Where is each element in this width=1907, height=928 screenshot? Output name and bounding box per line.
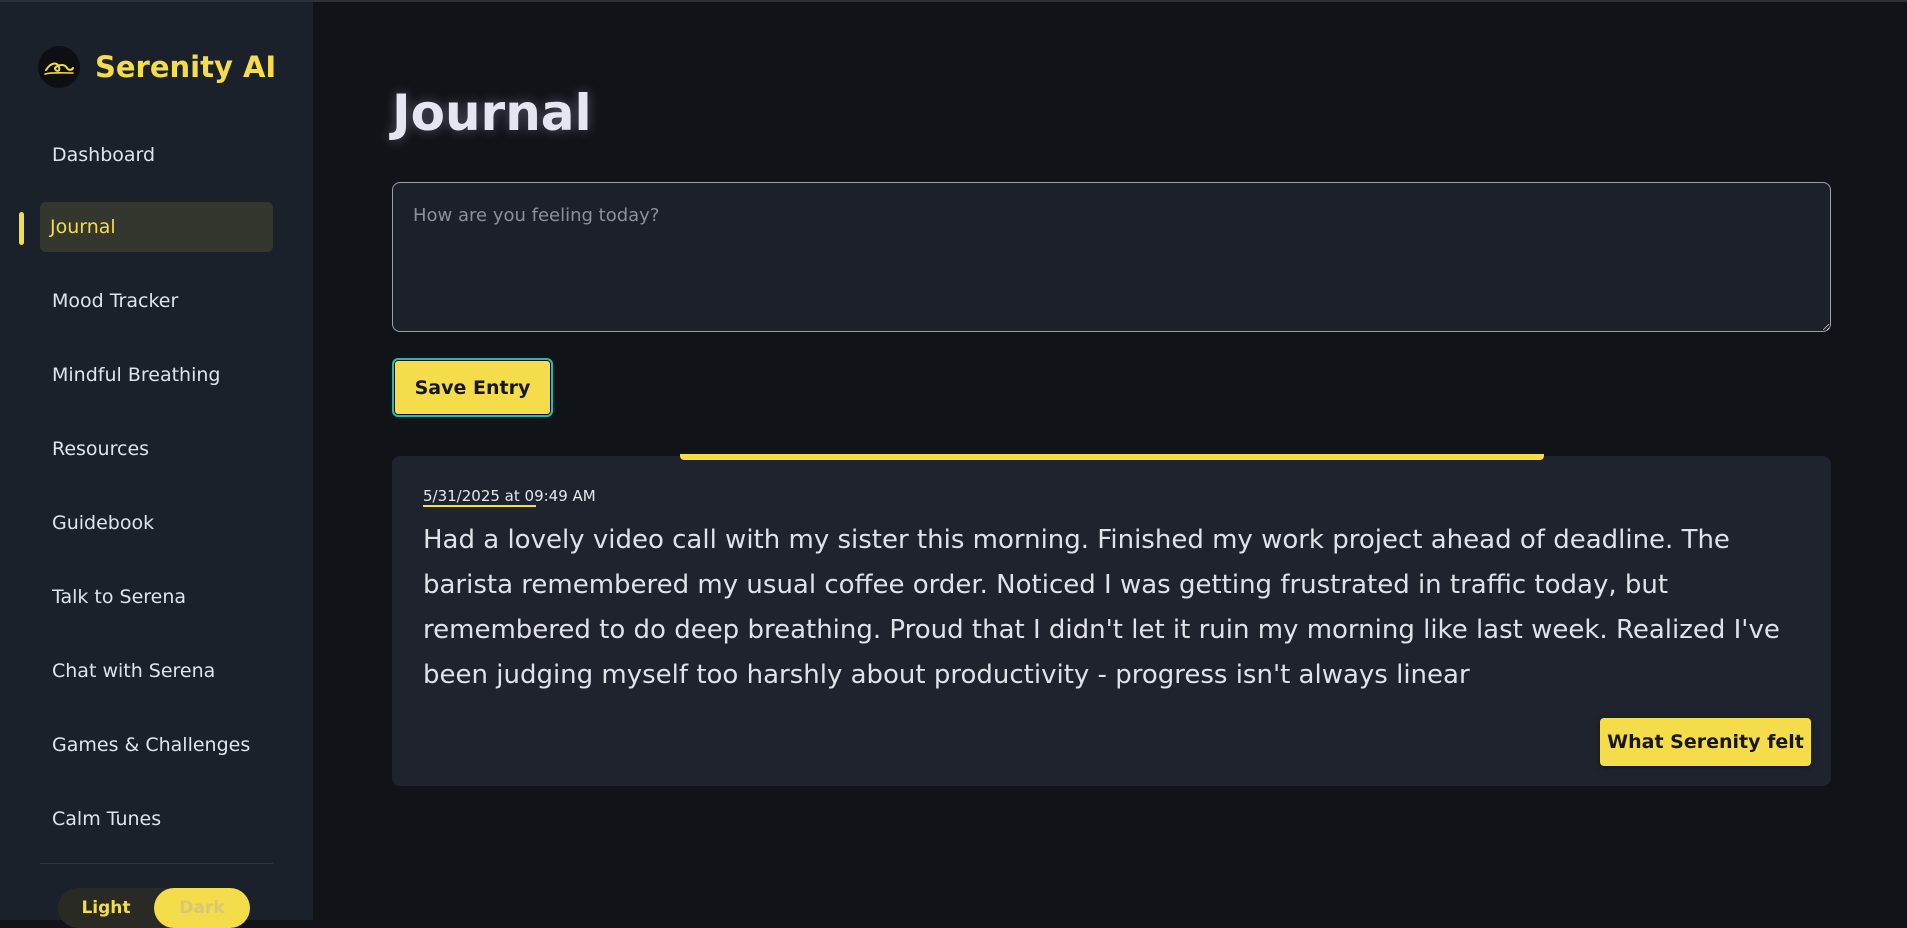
sidebar-item-journal[interactable]: Journal (40, 202, 273, 252)
sidebar-item-games-challenges[interactable]: Games & Challenges (40, 720, 273, 770)
sidebar-item-resources[interactable]: Resources (40, 424, 273, 474)
page-title: Journal (392, 84, 592, 142)
sidebar-divider (40, 863, 273, 864)
sidebar-item-guidebook[interactable]: Guidebook (40, 498, 273, 548)
sidebar-item-talk-to-serena[interactable]: Talk to Serena (40, 572, 273, 622)
date-underline (423, 505, 536, 507)
sidebar-item-calm-tunes[interactable]: Calm Tunes (40, 794, 273, 844)
brand[interactable]: Serenity AI (38, 46, 276, 88)
sidebar-item-dashboard[interactable]: Dashboard (40, 130, 273, 180)
save-entry-button[interactable]: Save Entry (392, 358, 553, 417)
active-indicator (19, 212, 24, 245)
sidebar: Serenity AI Dashboard Journal Mood Track… (0, 2, 313, 928)
journal-entry-input[interactable] (392, 182, 1831, 332)
sidebar-item-chat-with-serena[interactable]: Chat with Serena (40, 646, 273, 696)
theme-dark-option[interactable]: Dark (154, 888, 250, 928)
theme-light-option[interactable]: Light (58, 888, 154, 928)
app-name: Serenity AI (95, 50, 277, 84)
entry-text: Had a lovely video call with my sister t… (423, 525, 1780, 690)
entry-date: 5/31/2025 at 09:49 AM (423, 487, 596, 505)
wave-icon (38, 46, 80, 88)
sidebar-item-mood-tracker[interactable]: Mood Tracker (40, 276, 273, 326)
sidebar-item-mindful-breathing[interactable]: Mindful Breathing (40, 350, 273, 400)
journal-entry-card: 5/31/2025 at 09:49 AM Had a lovely video… (392, 454, 1831, 786)
theme-toggle[interactable]: Light Dark (58, 888, 250, 928)
card-accent-bar (680, 454, 1544, 460)
what-serenity-felt-button[interactable]: What Serenity felt (1600, 718, 1811, 766)
